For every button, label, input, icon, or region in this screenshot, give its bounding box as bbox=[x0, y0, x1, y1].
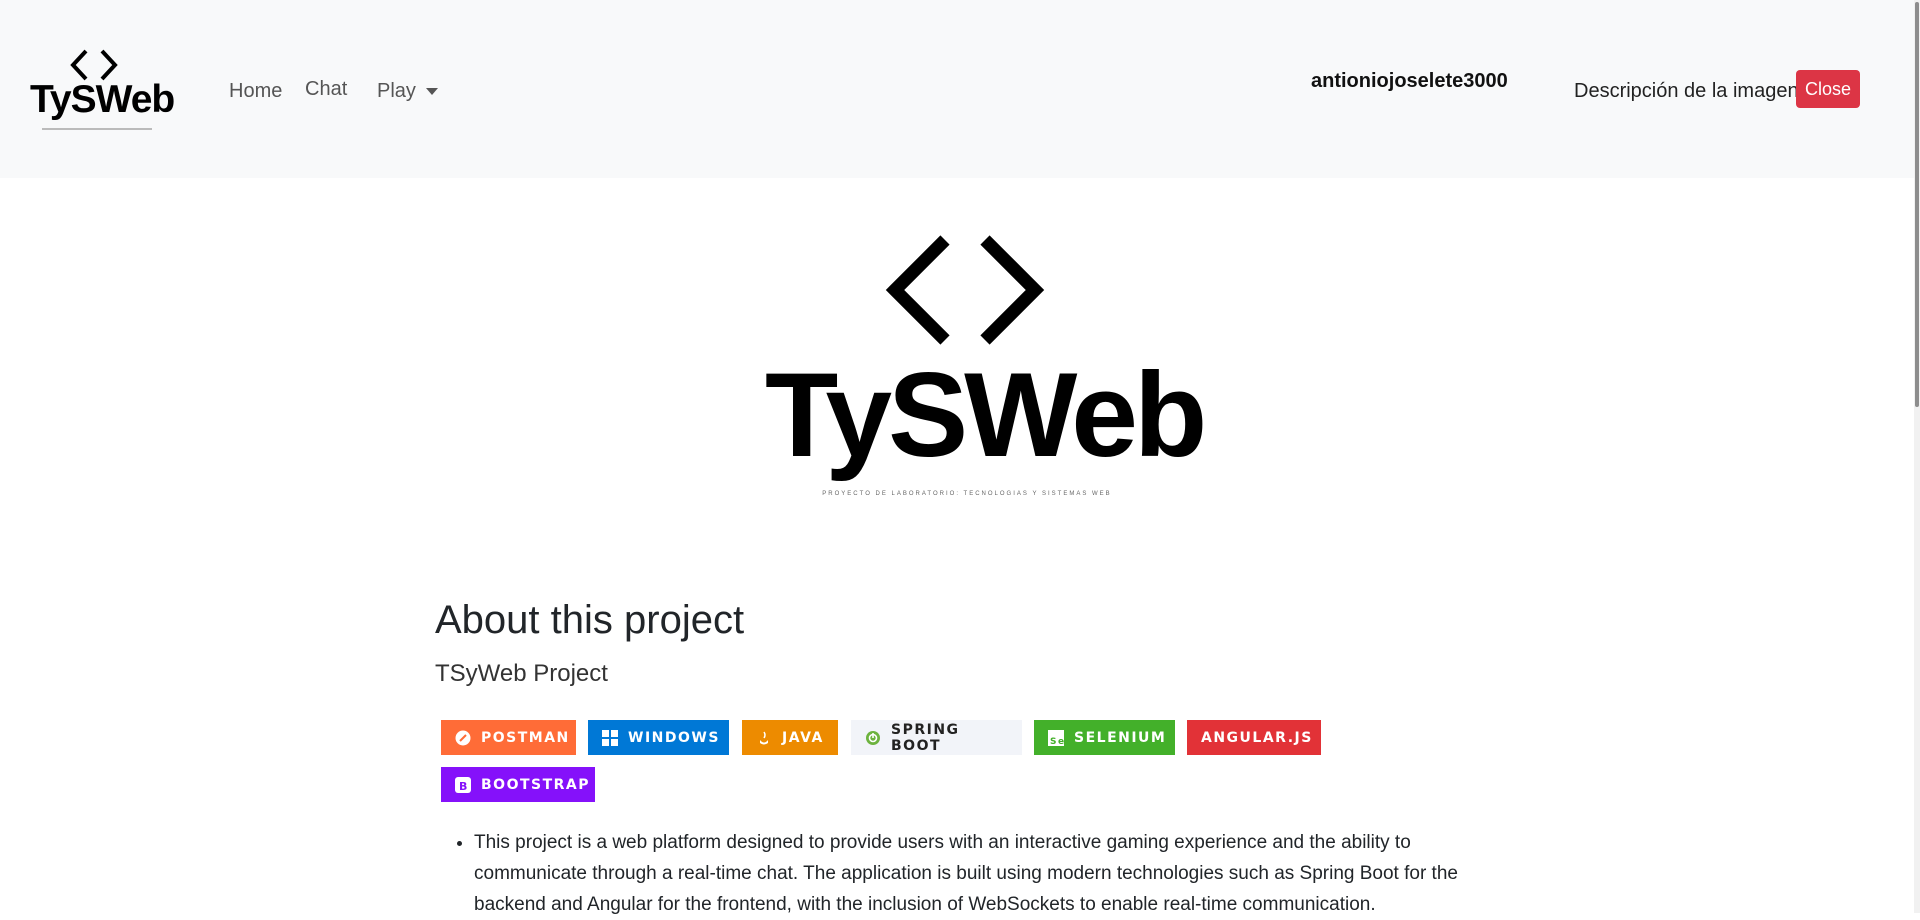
brand-tagline bbox=[42, 128, 152, 130]
java-icon bbox=[756, 730, 772, 746]
nav-home[interactable]: Home bbox=[229, 80, 282, 103]
hero-logo: TySWeb PROYECTO DE LABORATORIO: TECNOLOG… bbox=[760, 235, 1207, 505]
hero-tagline: PROYECTO DE LABORATORIO: TECNOLOGIAS Y S… bbox=[822, 491, 1112, 497]
nav-play-label: Play bbox=[377, 80, 416, 102]
badge-angular: ANGULAR.JS bbox=[1187, 720, 1321, 755]
caret-down-icon bbox=[425, 88, 438, 96]
selenium-icon: Se bbox=[1048, 729, 1064, 746]
close-button[interactable]: Close bbox=[1796, 70, 1860, 108]
nav-chat[interactable]: Chat bbox=[305, 78, 347, 101]
badge-label: JAVA bbox=[782, 729, 824, 746]
code-brackets-icon bbox=[885, 235, 1045, 345]
scrollbar-thumb[interactable] bbox=[1915, 2, 1919, 407]
bootstrap-icon: B bbox=[455, 776, 471, 793]
brand-name: TySWeb bbox=[30, 78, 175, 121]
badge-java: JAVA bbox=[742, 720, 838, 755]
badge-label: SPRING BOOT bbox=[891, 721, 960, 754]
project-description-list: This project is a web platform designed … bbox=[452, 827, 1519, 920]
badge-selenium: Se SELENIUM bbox=[1034, 720, 1175, 755]
badge-label: BOOTSTRAP bbox=[481, 776, 591, 793]
scrollbar[interactable] bbox=[1914, 0, 1920, 913]
windows-icon bbox=[602, 729, 618, 746]
username: antioniojoselete3000 bbox=[1311, 70, 1508, 92]
navbar: TySWeb Home Chat Play antioniojoselete30… bbox=[0, 0, 1920, 178]
badge-postman: POSTMAN bbox=[441, 720, 576, 755]
brand-logo[interactable]: TySWeb bbox=[30, 48, 175, 138]
project-description: This project is a web platform designed … bbox=[474, 827, 1519, 920]
hero-name: TySWeb bbox=[765, 348, 1207, 482]
about-title: About this project bbox=[435, 598, 745, 642]
badge-spring-boot: SPRING BOOT bbox=[851, 720, 1022, 755]
code-brackets-icon bbox=[70, 49, 118, 81]
badge-bootstrap: B BOOTSTRAP bbox=[441, 767, 595, 802]
svg-text:Se: Se bbox=[1050, 737, 1064, 746]
badge-label: SELENIUM bbox=[1074, 729, 1167, 746]
nav-play-dropdown[interactable]: Play bbox=[377, 80, 438, 103]
broken-image-alt-text: Descripción de la imagen bbox=[1574, 80, 1799, 102]
postman-icon bbox=[455, 730, 471, 746]
badge-windows: WINDOWS bbox=[588, 720, 729, 755]
about-subtitle: TSyWeb Project bbox=[435, 660, 608, 687]
spring-icon bbox=[865, 730, 881, 746]
svg-text:B: B bbox=[459, 780, 469, 793]
badge-label: WINDOWS bbox=[628, 729, 720, 746]
badge-label: POSTMAN bbox=[481, 729, 570, 746]
badge-label: ANGULAR.JS bbox=[1201, 729, 1313, 746]
